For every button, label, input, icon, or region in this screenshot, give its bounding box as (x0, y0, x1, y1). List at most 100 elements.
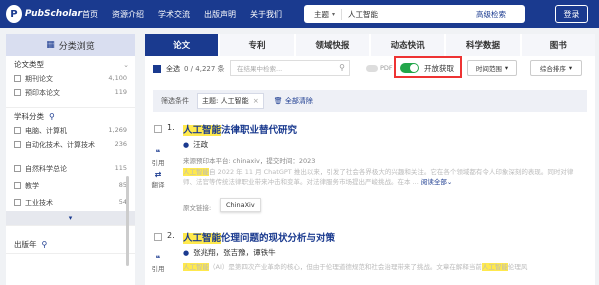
list-item[interactable]: 工业技术 54 (6, 197, 135, 211)
checkbox[interactable] (14, 199, 21, 206)
tab-papers[interactable]: 论文 (145, 34, 221, 56)
list-item[interactable]: 期刊论文 4,100 (6, 73, 135, 87)
time-range-label: 时间范围 (475, 65, 502, 73)
translate-label[interactable]: 翻译 (152, 181, 165, 189)
checkbox[interactable] (14, 75, 21, 82)
checkbox[interactable] (14, 89, 21, 96)
result-title[interactable]: 人工智能法律职业替代研究 (183, 122, 297, 136)
chevron-down-icon: ▾ (568, 64, 573, 72)
open-access-toggle[interactable] (400, 63, 419, 73)
quote-icon[interactable]: ❝ (151, 148, 165, 157)
checkbox[interactable] (14, 127, 21, 134)
read-more-label: 阅读全部 (420, 178, 447, 186)
item-count: 236 (114, 140, 127, 148)
expand-more-button[interactable]: ▾ (6, 211, 135, 225)
grid-icon: ▦ (46, 40, 55, 50)
filter-label: 筛选条件 (161, 97, 189, 105)
list-item[interactable]: 自动化技术、计算技术 236 (6, 139, 135, 163)
item-count: 119 (114, 88, 127, 96)
result-count: 0 / 4,227 条 (184, 65, 225, 73)
sort-select[interactable]: 综合排序 ▾ (530, 60, 582, 76)
list-item[interactable]: 教学 85 (6, 180, 135, 194)
checkbox[interactable] (14, 182, 21, 189)
tab-science-data[interactable]: 科学数据 (446, 34, 522, 56)
quote-icon[interactable]: ❝ (151, 254, 165, 263)
source-link-chip[interactable]: ChinaXiv (220, 198, 261, 212)
list-item[interactable]: 预印本论文 119 (6, 87, 135, 101)
nav-statement[interactable]: 出版声明 (204, 9, 236, 20)
subject-heading[interactable]: 学科分类 ⚲ (6, 108, 135, 125)
search-icon[interactable]: ⚲ (49, 112, 55, 121)
year-heading[interactable]: 出版年 ⚲ (6, 236, 135, 253)
caret-down-icon: ▾ (68, 214, 73, 222)
filter-chip[interactable]: 主题: 人工智能 × (197, 93, 264, 109)
tab-news[interactable]: 动态快讯 (370, 34, 447, 56)
item-count: 115 (114, 164, 127, 172)
result-number: 1. (167, 123, 175, 132)
pdf-label: PDF (380, 64, 393, 72)
tab-books[interactable]: 图书 (521, 34, 595, 56)
search-within-input[interactable]: 在结果中检索... ⚲ (230, 60, 350, 76)
item-label: 工业技术 (25, 199, 53, 207)
sidebar-scrollbar[interactable] (126, 176, 129, 266)
pdf-toggle[interactable] (366, 65, 378, 72)
checkbox[interactable] (14, 141, 21, 148)
clear-all-button[interactable]: 🗑 全部清除 (274, 96, 313, 106)
checkbox[interactable] (14, 165, 21, 172)
search-icon[interactable]: ⚲ (42, 240, 48, 249)
translate-icon[interactable]: ⇄ (151, 170, 165, 179)
select-all-checkbox[interactable] (153, 65, 161, 73)
result-checkbox[interactable] (154, 233, 162, 241)
read-more-link[interactable]: 阅读全部⌄ (421, 178, 452, 186)
cite-label[interactable]: 引用 (152, 159, 165, 167)
logo[interactable]: P PubScholar (6, 5, 82, 23)
author-name[interactable]: 张兆翔，张吉豫，谭铁牛 (193, 247, 276, 258)
result-title[interactable]: 人工智能伦理问题的现状分析与对策 (183, 230, 335, 244)
nav-about[interactable]: 关于我们 (250, 9, 282, 20)
search-within-placeholder: 在结果中检索... (237, 65, 283, 73)
item-label: 预印本论文 (25, 89, 60, 97)
list-item[interactable]: 电脑、计算机 1,269 (6, 125, 135, 139)
nav-exchange[interactable]: 学术交流 (158, 9, 190, 20)
year-label: 出版年 (14, 240, 37, 249)
tab-field-briefs[interactable]: 领域快报 (295, 34, 371, 56)
abstract-highlight: 人工智能 (183, 168, 209, 176)
item-label: 电脑、计算机 (25, 127, 67, 135)
item-label: 期刊论文 (25, 75, 53, 83)
sidebar-title-text: 分类浏览 (58, 41, 95, 52)
doc-type-heading[interactable]: 论文类型 ⌄ (6, 56, 135, 73)
tab-patents[interactable]: 专利 (220, 34, 296, 56)
subject-label: 学科分类 (14, 112, 44, 121)
abstract-text: 伦理风 (507, 263, 528, 271)
nav-home[interactable]: 首页 (82, 9, 98, 20)
author-name[interactable]: 汪政 (193, 139, 208, 150)
logo-text: PubScholar (24, 9, 82, 19)
list-item[interactable]: 自然科学总论 115 (6, 163, 135, 177)
nav-resources[interactable]: 资源介绍 (112, 9, 144, 20)
clear-all-label: 全部清除 (284, 97, 313, 105)
cite-label[interactable]: 引用 (152, 265, 165, 273)
result-actions: ❝ 引用 ⇄ 翻译 (151, 148, 165, 189)
subject-section: 学科分类 ⚲ 电脑、计算机 1,269 自动化技术、计算技术 236 自然科学总… (6, 108, 135, 226)
abstract-text: 自 2022 年 11 月 ChatGPT 推出以来，引发了社会各界极大的兴趣和… (183, 168, 574, 186)
title-rest: 法律职业替代研究 (221, 125, 298, 136)
result-checkbox[interactable] (154, 125, 162, 133)
toggle-knob (410, 64, 418, 72)
person-icon: ● (183, 140, 190, 149)
time-range-select[interactable]: 时间范围 ▾ (467, 60, 517, 76)
chevron-down-icon: ▾ (504, 64, 509, 72)
result-actions: ❝ 引用 (151, 254, 165, 273)
advanced-search-link[interactable]: 高级检索 (476, 9, 506, 20)
abstract-text: （AI）是第四次产业革命的核心，但由于伦理道德规范和社会治理带来了挑战。文章在解… (209, 263, 482, 271)
search-icon[interactable]: ⚲ (339, 63, 345, 72)
login-button[interactable]: 登录 (555, 5, 588, 23)
abstract-highlight: 人工智能 (481, 263, 508, 271)
trash-icon: 🗑 (273, 97, 283, 105)
result-authors: ● 汪政 (183, 139, 208, 150)
close-icon[interactable]: × (253, 97, 259, 105)
sidebar-title: ▦ 分类浏览 (6, 34, 135, 56)
search-field-select[interactable]: 主题 ▾ (304, 8, 342, 20)
result-abstract: 人工智能自 2022 年 11 月 ChatGPT 推出以来，引发了社会各界极大… (183, 167, 578, 187)
result-authors: ● 张兆翔，张吉豫，谭铁牛 (183, 247, 276, 258)
item-count: 1,269 (108, 126, 127, 134)
